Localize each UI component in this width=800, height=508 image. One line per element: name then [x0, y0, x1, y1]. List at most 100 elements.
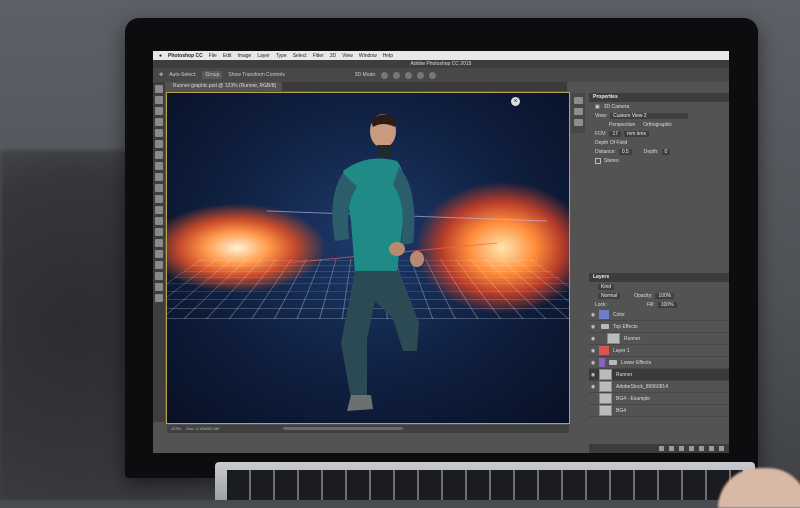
filter-kind-select[interactable]: Kind: [598, 283, 615, 290]
scale-3d-icon[interactable]: [429, 71, 437, 79]
slide-3d-icon[interactable]: [417, 71, 425, 79]
layer-thumbnail: [599, 381, 612, 392]
fill-input[interactable]: 100%: [657, 301, 677, 308]
lasso-tool-icon[interactable]: [155, 107, 163, 115]
layer-row[interactable]: ◉ Lower Effects: [589, 357, 729, 369]
layers-panel: Layers Kind Normal Opacity: 100% Lock: F…: [589, 273, 729, 453]
stereo-checkbox[interactable]: [595, 157, 601, 164]
history-brush-tool-icon[interactable]: [155, 184, 163, 192]
crop-tool-icon[interactable]: [155, 129, 163, 137]
close-icon[interactable]: ×: [511, 97, 520, 106]
perspective-button[interactable]: Perspective: [609, 122, 635, 128]
layer-name: Runner: [624, 335, 641, 342]
opacity-input[interactable]: 100%: [655, 292, 675, 299]
dodge-tool-icon[interactable]: [155, 228, 163, 236]
zoom-tool-icon[interactable]: [155, 294, 163, 302]
shape-tool-icon[interactable]: [155, 272, 163, 280]
depth-input[interactable]: 0: [661, 148, 671, 155]
path-select-tool-icon[interactable]: [155, 261, 163, 269]
document-tab[interactable]: Runner-graphic.psd @ 123% (Runner, RGB/8…: [167, 82, 283, 91]
stamp-tool-icon[interactable]: [155, 173, 163, 181]
layer-row[interactable]: BG4 - Example: [589, 393, 729, 405]
3d-panel-icon[interactable]: [573, 108, 583, 115]
roll-3d-icon[interactable]: [393, 71, 401, 79]
new-layer-icon[interactable]: [709, 446, 714, 451]
blend-mode-select[interactable]: Normal: [598, 292, 621, 299]
history-icon[interactable]: [573, 97, 583, 104]
menu-edit[interactable]: Edit: [223, 53, 232, 59]
menu-layer[interactable]: Layer: [257, 53, 270, 59]
panel-icon-strip: [571, 93, 585, 133]
gradient-tool-icon[interactable]: [155, 206, 163, 214]
move-tool-icon[interactable]: ✥: [159, 72, 163, 78]
orbit-3d-icon[interactable]: [381, 71, 389, 79]
zoom-level[interactable]: 123%: [171, 426, 181, 431]
menu-type[interactable]: Type: [276, 53, 287, 59]
layer-thumbnail: [607, 333, 620, 344]
fx-icon[interactable]: [669, 446, 674, 451]
auto-select-checkbox[interactable]: Auto-Select:: [169, 72, 196, 78]
type-tool-icon[interactable]: [155, 250, 163, 258]
eraser-tool-icon[interactable]: [155, 195, 163, 203]
layer-row-selected[interactable]: ◉ Runner: [589, 369, 729, 381]
menu-select[interactable]: Select: [293, 53, 307, 59]
eyedropper-tool-icon[interactable]: [155, 140, 163, 148]
layer-row[interactable]: BG4: [589, 405, 729, 417]
layer-row[interactable]: ◉ AdobeStock_89960814: [589, 381, 729, 393]
visibility-eye-icon[interactable]: ◉: [589, 348, 597, 354]
layer-row[interactable]: ◉ Top Effects: [589, 321, 729, 333]
apple-icon[interactable]: ●: [159, 53, 162, 59]
document-canvas[interactable]: [166, 92, 570, 424]
view-row: View: Custom View 2: [589, 111, 729, 120]
menu-view[interactable]: View: [342, 53, 353, 59]
orthographic-button[interactable]: Orthographic: [643, 122, 672, 128]
trash-icon[interactable]: [719, 446, 724, 451]
brush-tool-icon[interactable]: [155, 162, 163, 170]
menu-file[interactable]: File: [209, 53, 217, 59]
pen-tool-icon[interactable]: [155, 239, 163, 247]
view-select[interactable]: Custom View 2: [610, 112, 689, 119]
new-group-icon[interactable]: [699, 446, 704, 451]
3d-mode-label: 3D Mode:: [354, 72, 377, 78]
menu-filter[interactable]: Filter: [313, 53, 324, 59]
fov-unit-select[interactable]: mm lens: [624, 130, 649, 137]
visibility-eye-icon[interactable]: ◉: [589, 312, 597, 318]
menu-image[interactable]: Image: [237, 53, 251, 59]
doc-info[interactable]: Doc: 4.12M/52.6M: [186, 426, 219, 431]
mask-icon[interactable]: [679, 446, 684, 451]
visibility-eye-icon[interactable]: ◉: [589, 336, 597, 342]
auto-select-dropdown[interactable]: Group: [202, 71, 223, 79]
menu-help[interactable]: Help: [383, 53, 393, 59]
stereo-row: Stereo: [589, 156, 729, 165]
quick-select-tool-icon[interactable]: [155, 118, 163, 126]
layer-comps-icon[interactable]: [573, 119, 583, 126]
properties-panel-title[interactable]: Properties: [589, 93, 729, 102]
visibility-eye-icon[interactable]: ◉: [589, 324, 597, 330]
menu-3d[interactable]: 3D: [330, 53, 336, 59]
layer-list: ◉ Color ◉ Top Effects ◉ Runner ◉ Layer 1…: [589, 309, 729, 417]
hand-tool-icon[interactable]: [155, 283, 163, 291]
show-transform-checkbox[interactable]: Show Transform Controls: [228, 72, 284, 78]
blur-tool-icon[interactable]: [155, 217, 163, 225]
adjustment-icon[interactable]: [689, 446, 694, 451]
visibility-eye-icon[interactable]: ◉: [589, 360, 597, 366]
layer-row[interactable]: ◉ Runner: [589, 333, 729, 345]
menu-window[interactable]: Window: [359, 53, 377, 59]
fov-input[interactable]: 17: [609, 130, 622, 137]
marquee-tool-icon[interactable]: [155, 96, 163, 104]
app-menu[interactable]: Photoshop CC: [168, 53, 203, 59]
move-tool-icon[interactable]: [155, 85, 163, 93]
layer-row[interactable]: ◉ Layer 1: [589, 345, 729, 357]
laptop-keyboard: [215, 462, 755, 500]
distance-input[interactable]: 0.5: [618, 148, 632, 155]
healing-tool-icon[interactable]: [155, 151, 163, 159]
link-layers-icon[interactable]: [659, 446, 664, 451]
visibility-eye-icon[interactable]: ◉: [589, 384, 597, 390]
layer-row[interactable]: ◉ Color: [589, 309, 729, 321]
dof-row: Distance: 0.5 Depth: 0: [589, 147, 729, 156]
layers-panel-title[interactable]: Layers: [589, 273, 729, 282]
pan-3d-icon[interactable]: [405, 71, 413, 79]
visibility-eye-icon[interactable]: ◉: [589, 372, 597, 378]
horizontal-scrollbar[interactable]: [283, 427, 403, 430]
layer-thumbnail: [599, 405, 612, 416]
